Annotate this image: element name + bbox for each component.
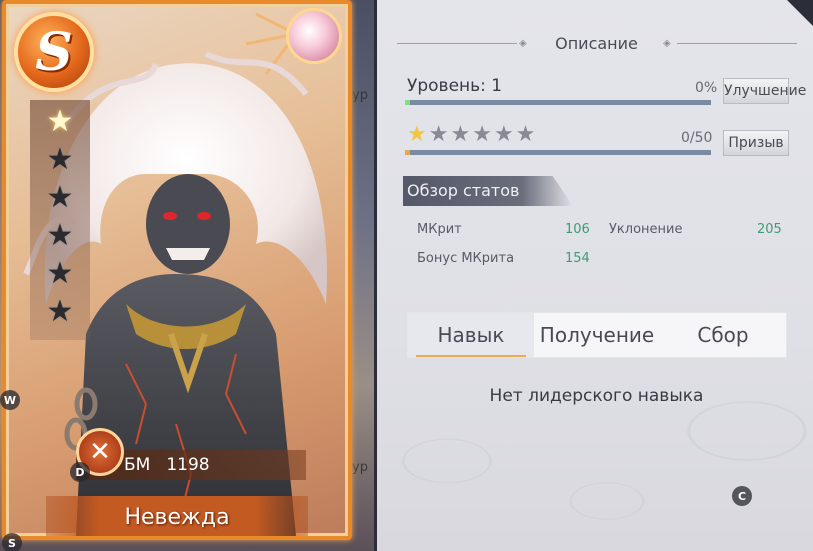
star-empty-icon: ★ [493, 122, 514, 147]
star-empty-icon: ★ [450, 122, 471, 147]
star-empty-icon: ★ [472, 122, 492, 147]
hero-star-column: ★ ★ ★ ★ ★ ★ [30, 100, 90, 340]
background-text-fragment: ур [352, 88, 368, 103]
star-empty-icon: ★ [46, 142, 74, 177]
upgrade-button[interactable]: Улучшение [723, 78, 806, 104]
background-text-fragment: ур [352, 460, 368, 475]
hero-card[interactable]: S ★ ★ ★ ★ ★ ★ БМ 1198 ✕ Невежда [2, 0, 352, 540]
panel-corner-ornament [787, 0, 813, 26]
summon-button[interactable]: Призыв [723, 130, 789, 156]
level-progress-bar [405, 100, 711, 105]
rank-letter: S [35, 21, 73, 83]
element-orb-icon [286, 8, 342, 64]
summon-count: 0/50 [681, 130, 713, 146]
stat-name-crit: МКрит [417, 222, 462, 237]
key-hint-w: W [0, 390, 20, 410]
title-divider-right [677, 43, 797, 44]
tab-skill[interactable]: Навык [408, 313, 534, 357]
summon-progress-fill [405, 150, 410, 155]
rank-badge-icon: S [14, 12, 94, 92]
cloud-decoration [387, 371, 807, 531]
stat-name-crit-bonus: Бонус МКрита [417, 251, 515, 266]
key-hint-d: D [70, 462, 90, 482]
diamond-ornament-icon: ◈ [663, 38, 671, 49]
star-filled-icon: ★ [46, 104, 74, 139]
key-hint-c: C [732, 486, 752, 506]
star-rating: ★ ★ ★ ★ ★ ★ [407, 122, 535, 147]
key-hint-s: S [2, 533, 22, 551]
battle-power-label: БМ [124, 455, 151, 475]
hero-info-panel: ◈ Описание ◈ Уровень: 1 0% Улучшение ★ ★ ★… [374, 0, 813, 551]
tab-collection[interactable]: Сбор [660, 313, 786, 357]
star-empty-icon: ★ [46, 294, 74, 329]
stat-value-crit-bonus: 154 [565, 251, 590, 266]
star-empty-icon: ★ [46, 218, 74, 253]
tab-acquisition[interactable]: Получение [534, 313, 660, 357]
battle-power-value: 1198 [166, 455, 210, 475]
stat-value-dodge: 205 [757, 222, 782, 237]
stats-overview-header: Обзор статов [403, 176, 573, 206]
hero-name: Невежда [46, 496, 308, 536]
star-empty-icon: ★ [428, 122, 449, 147]
stat-name-dodge: Уклонение [609, 222, 683, 237]
star-empty-icon: ★ [515, 122, 536, 147]
level-progress-fill [405, 100, 410, 105]
level-progress-text: 0% [695, 80, 718, 96]
info-tabs: Навык Получение Сбор [407, 312, 787, 358]
star-filled-icon: ★ [407, 122, 427, 147]
star-empty-icon: ★ [46, 256, 74, 291]
summon-progress-bar [405, 150, 711, 155]
stat-value-crit: 106 [565, 222, 590, 237]
star-empty-icon: ★ [46, 180, 74, 215]
level-label: Уровень: 1 [407, 76, 503, 96]
